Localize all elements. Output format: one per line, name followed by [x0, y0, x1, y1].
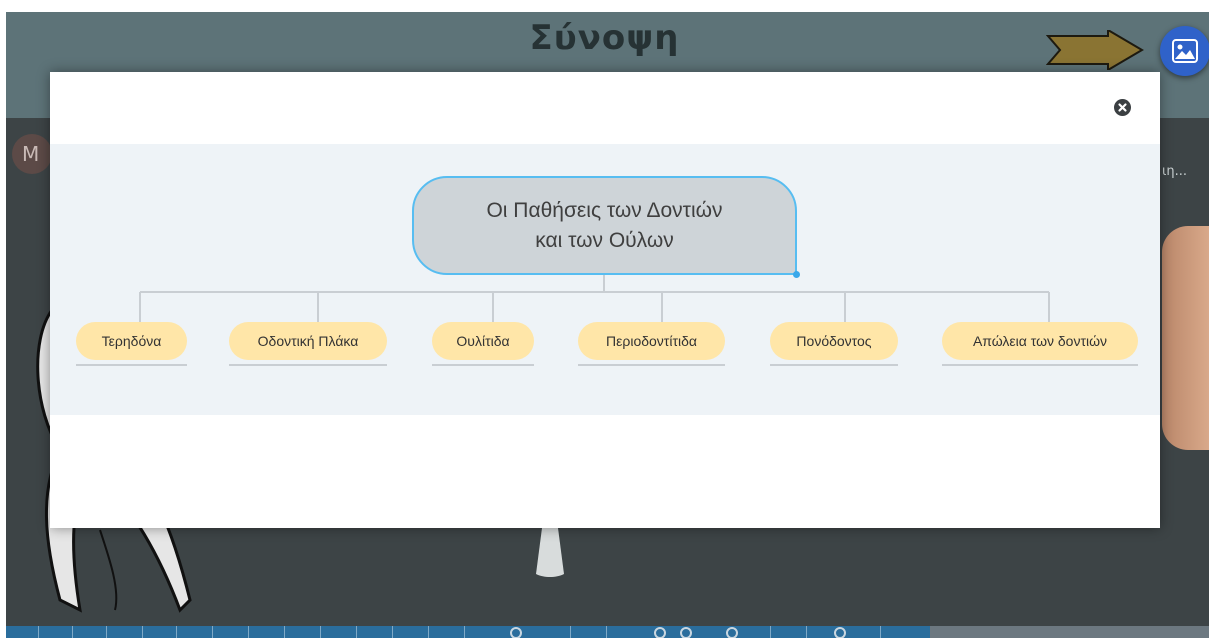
resize-handle[interactable] — [793, 271, 800, 278]
timeline-tick — [212, 626, 213, 638]
timeline-tick — [72, 626, 73, 638]
timeline-track-end — [930, 626, 1209, 638]
timeline-marker[interactable] — [654, 627, 666, 638]
timeline-tick — [320, 626, 321, 638]
node-underline — [229, 364, 387, 366]
mindmap-canvas: Οι Παθήσεις των Δοντιών και των Ούλων Τε… — [50, 144, 1160, 415]
timeline-tick — [464, 626, 465, 638]
timeline-tick — [142, 626, 143, 638]
node-underline — [942, 364, 1138, 366]
timeline-bar[interactable] — [6, 626, 930, 638]
mindmap-node[interactable]: Απώλεια των δοντιών — [942, 322, 1138, 360]
page-title: Σύνοψη — [529, 18, 680, 58]
mindmap-node[interactable]: Οδοντική Πλάκα — [229, 322, 387, 360]
mindmap-root-node[interactable]: Οι Παθήσεις των Δοντιών και των Ούλων — [412, 176, 797, 275]
node-underline — [770, 364, 898, 366]
mindmap-root-label: Οι Παθήσεις των Δοντιών και των Ούλων — [486, 198, 723, 252]
close-icon — [1118, 103, 1127, 112]
mindmap-node[interactable]: Τερηδόνα — [76, 322, 187, 360]
timeline-marker[interactable] — [834, 627, 846, 638]
summary-modal: Οι Παθήσεις των Δοντιών και των Ούλων Τε… — [50, 72, 1160, 528]
node-underline — [76, 364, 187, 366]
timeline-tick — [248, 626, 249, 638]
timeline-tick — [176, 626, 177, 638]
timeline-tick — [392, 626, 393, 638]
timeline-tick — [806, 626, 807, 638]
timeline-tick — [880, 626, 881, 638]
timeline-tick — [770, 626, 771, 638]
lamp-illustration — [536, 528, 564, 577]
timeline-tick — [356, 626, 357, 638]
image-button[interactable] — [1160, 26, 1209, 76]
timeline-tick — [106, 626, 107, 638]
next-arrow-icon[interactable] — [1046, 30, 1144, 70]
timeline-tick — [284, 626, 285, 638]
node-underline — [432, 364, 534, 366]
timeline-marker[interactable] — [680, 627, 692, 638]
timeline-marker[interactable] — [726, 627, 738, 638]
image-icon — [1172, 39, 1198, 63]
timeline-marker[interactable] — [510, 627, 522, 638]
mindmap-node[interactable]: Πονόδοντος — [770, 322, 898, 360]
close-button[interactable] — [1114, 99, 1131, 116]
timeline-tick — [606, 626, 607, 638]
mindmap-node[interactable]: Περιοδοντίτιδα — [578, 322, 725, 360]
timeline-tick — [570, 626, 571, 638]
hand-illustration — [1162, 226, 1209, 450]
node-underline — [578, 364, 725, 366]
timeline-tick — [428, 626, 429, 638]
mindmap-node[interactable]: Ουλίτιδα — [432, 322, 534, 360]
timeline-tick — [38, 626, 39, 638]
avatar[interactable]: M — [12, 134, 52, 174]
truncated-side-label: ιη... — [1162, 164, 1188, 179]
